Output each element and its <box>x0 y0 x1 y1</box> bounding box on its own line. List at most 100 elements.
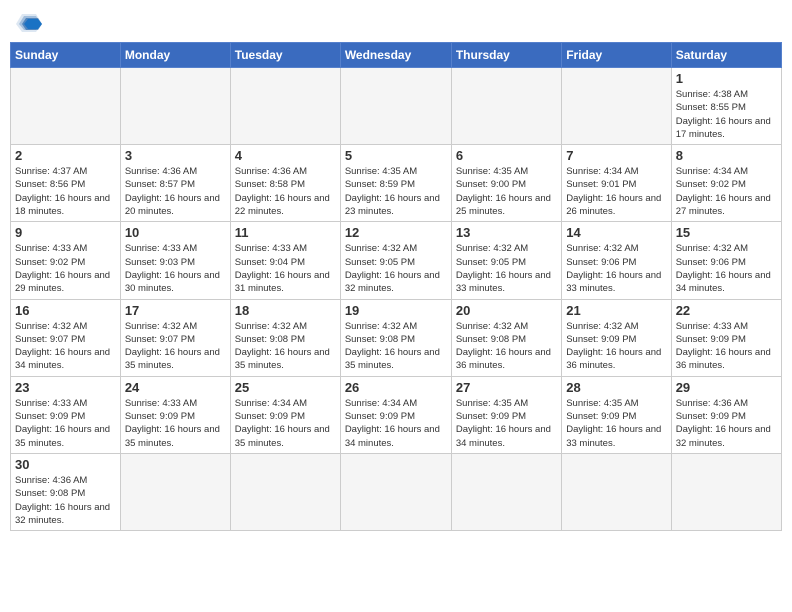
weekday-header-tuesday: Tuesday <box>230 43 340 68</box>
calendar-cell: 9Sunrise: 4:33 AM Sunset: 9:02 PM Daylig… <box>11 222 121 299</box>
weekday-header-friday: Friday <box>562 43 671 68</box>
calendar-week-5: 23 Sunrise: 4:33 AM Sunset: 9:09 PM Dayli… <box>11 376 782 453</box>
calendar-cell: 25 Sunrise: 4:34 AM Sunset: 9:09 PM Dayli… <box>230 376 340 453</box>
calendar-cell <box>671 453 781 530</box>
weekday-header-row: SundayMondayTuesdayWednesdayThursdayFrid… <box>11 43 782 68</box>
day-info: Sunrise: 4:36 AM Sunset: 8:58 PM Dayligh… <box>235 165 336 218</box>
calendar-table: SundayMondayTuesdayWednesdayThursdayFrid… <box>10 42 782 531</box>
calendar-cell: 27Sunrise: 4:35 AM Sunset: 9:09 PM Dayli… <box>451 376 561 453</box>
day-number: 20 <box>456 303 557 318</box>
day-number: 28 <box>566 380 666 395</box>
day-info: Sunrise: 4:33 AM Sunset: 9:03 PM Dayligh… <box>125 242 226 295</box>
calendar-cell <box>451 453 561 530</box>
calendar-cell <box>562 453 671 530</box>
day-info: Sunrise: 4:36 AM Sunset: 8:57 PM Dayligh… <box>125 165 226 218</box>
day-info: Sunrise: 4:36 AM Sunset: 9:09 PM Dayligh… <box>676 397 777 450</box>
weekday-header-thursday: Thursday <box>451 43 561 68</box>
day-info: Sunrise: 4:33 AM Sunset: 9:09 PM Dayligh… <box>676 320 777 373</box>
day-number: 23 <box>15 380 116 395</box>
day-info: Sunrise: 4:32 AM Sunset: 9:05 PM Dayligh… <box>345 242 447 295</box>
calendar-week-2: 2Sunrise: 4:37 AM Sunset: 8:56 PM Daylig… <box>11 145 782 222</box>
calendar-cell: 24 Sunrise: 4:33 AM Sunset: 9:09 PM Dayli… <box>120 376 230 453</box>
calendar-cell: 23 Sunrise: 4:33 AM Sunset: 9:09 PM Dayli… <box>11 376 121 453</box>
calendar-cell <box>120 453 230 530</box>
calendar-cell <box>340 68 451 145</box>
day-info: Sunrise: 4:33 AM Sunset: 9:09 PM Dayligh… <box>125 397 226 450</box>
calendar-cell: 10 Sunrise: 4:33 AM Sunset: 9:03 PM Dayli… <box>120 222 230 299</box>
day-number: 22 <box>676 303 777 318</box>
calendar-cell: 11Sunrise: 4:33 AM Sunset: 9:04 PM Dayli… <box>230 222 340 299</box>
day-info: Sunrise: 4:34 AM Sunset: 9:09 PM Dayligh… <box>345 397 447 450</box>
calendar-week-3: 9Sunrise: 4:33 AM Sunset: 9:02 PM Daylig… <box>11 222 782 299</box>
day-number: 5 <box>345 148 447 163</box>
calendar-cell: 22 Sunrise: 4:33 AM Sunset: 9:09 PM Dayli… <box>671 299 781 376</box>
calendar-cell: 1Sunrise: 4:38 AM Sunset: 8:55 PM Daylig… <box>671 68 781 145</box>
day-number: 7 <box>566 148 666 163</box>
day-info: Sunrise: 4:32 AM Sunset: 9:06 PM Dayligh… <box>566 242 666 295</box>
calendar-cell: 16 Sunrise: 4:32 AM Sunset: 9:07 PM Dayli… <box>11 299 121 376</box>
weekday-header-sunday: Sunday <box>11 43 121 68</box>
calendar-cell: 2Sunrise: 4:37 AM Sunset: 8:56 PM Daylig… <box>11 145 121 222</box>
day-info: Sunrise: 4:36 AM Sunset: 9:08 PM Dayligh… <box>15 474 116 527</box>
calendar-cell: 13Sunrise: 4:32 AM Sunset: 9:05 PM Dayli… <box>451 222 561 299</box>
day-info: Sunrise: 4:33 AM Sunset: 9:04 PM Dayligh… <box>235 242 336 295</box>
day-info: Sunrise: 4:32 AM Sunset: 9:05 PM Dayligh… <box>456 242 557 295</box>
calendar-cell <box>562 68 671 145</box>
calendar-cell: 29 Sunrise: 4:36 AM Sunset: 9:09 PM Dayli… <box>671 376 781 453</box>
calendar-cell: 5Sunrise: 4:35 AM Sunset: 8:59 PM Daylig… <box>340 145 451 222</box>
weekday-header-monday: Monday <box>120 43 230 68</box>
day-number: 10 <box>125 225 226 240</box>
calendar-cell: 30 Sunrise: 4:36 AM Sunset: 9:08 PM Dayli… <box>11 453 121 530</box>
calendar-cell: 14 Sunrise: 4:32 AM Sunset: 9:06 PM Dayli… <box>562 222 671 299</box>
day-info: Sunrise: 4:32 AM Sunset: 9:08 PM Dayligh… <box>345 320 447 373</box>
day-info: Sunrise: 4:34 AM Sunset: 9:02 PM Dayligh… <box>676 165 777 218</box>
calendar-cell <box>340 453 451 530</box>
calendar-cell <box>230 453 340 530</box>
day-info: Sunrise: 4:35 AM Sunset: 9:09 PM Dayligh… <box>566 397 666 450</box>
day-number: 8 <box>676 148 777 163</box>
day-info: Sunrise: 4:35 AM Sunset: 9:00 PM Dayligh… <box>456 165 557 218</box>
calendar-week-6: 30 Sunrise: 4:36 AM Sunset: 9:08 PM Dayli… <box>11 453 782 530</box>
calendar-cell: 4Sunrise: 4:36 AM Sunset: 8:58 PM Daylig… <box>230 145 340 222</box>
calendar-cell: 12Sunrise: 4:32 AM Sunset: 9:05 PM Dayli… <box>340 222 451 299</box>
day-number: 15 <box>676 225 777 240</box>
day-info: Sunrise: 4:32 AM Sunset: 9:08 PM Dayligh… <box>456 320 557 373</box>
calendar-cell: 19 Sunrise: 4:32 AM Sunset: 9:08 PM Dayli… <box>340 299 451 376</box>
day-info: Sunrise: 4:34 AM Sunset: 9:09 PM Dayligh… <box>235 397 336 450</box>
calendar-cell: 18Sunrise: 4:32 AM Sunset: 9:08 PM Dayli… <box>230 299 340 376</box>
day-info: Sunrise: 4:33 AM Sunset: 9:09 PM Dayligh… <box>15 397 116 450</box>
day-number: 14 <box>566 225 666 240</box>
day-info: Sunrise: 4:33 AM Sunset: 9:02 PM Dayligh… <box>15 242 116 295</box>
day-info: Sunrise: 4:32 AM Sunset: 9:06 PM Dayligh… <box>676 242 777 295</box>
calendar-cell: 26Sunrise: 4:34 AM Sunset: 9:09 PM Dayli… <box>340 376 451 453</box>
logo-icon <box>14 10 44 34</box>
day-number: 21 <box>566 303 666 318</box>
calendar-cell <box>11 68 121 145</box>
page-header <box>10 10 782 34</box>
weekday-header-saturday: Saturday <box>671 43 781 68</box>
calendar-cell: 28 Sunrise: 4:35 AM Sunset: 9:09 PM Dayli… <box>562 376 671 453</box>
day-number: 25 <box>235 380 336 395</box>
calendar-cell <box>451 68 561 145</box>
calendar-week-4: 16 Sunrise: 4:32 AM Sunset: 9:07 PM Dayli… <box>11 299 782 376</box>
day-info: Sunrise: 4:34 AM Sunset: 9:01 PM Dayligh… <box>566 165 666 218</box>
calendar-cell: 17Sunrise: 4:32 AM Sunset: 9:07 PM Dayli… <box>120 299 230 376</box>
calendar-cell: 3Sunrise: 4:36 AM Sunset: 8:57 PM Daylig… <box>120 145 230 222</box>
calendar-cell <box>120 68 230 145</box>
day-number: 6 <box>456 148 557 163</box>
day-number: 29 <box>676 380 777 395</box>
day-info: Sunrise: 4:32 AM Sunset: 9:08 PM Dayligh… <box>235 320 336 373</box>
calendar-cell: 21 Sunrise: 4:32 AM Sunset: 9:09 PM Dayli… <box>562 299 671 376</box>
day-number: 30 <box>15 457 116 472</box>
day-number: 24 <box>125 380 226 395</box>
day-number: 16 <box>15 303 116 318</box>
day-info: Sunrise: 4:32 AM Sunset: 9:09 PM Dayligh… <box>566 320 666 373</box>
calendar-cell: 15 Sunrise: 4:32 AM Sunset: 9:06 PM Dayli… <box>671 222 781 299</box>
day-number: 17 <box>125 303 226 318</box>
calendar-cell <box>230 68 340 145</box>
weekday-header-wednesday: Wednesday <box>340 43 451 68</box>
day-number: 1 <box>676 71 777 86</box>
day-info: Sunrise: 4:32 AM Sunset: 9:07 PM Dayligh… <box>15 320 116 373</box>
day-number: 19 <box>345 303 447 318</box>
calendar-cell: 20 Sunrise: 4:32 AM Sunset: 9:08 PM Dayli… <box>451 299 561 376</box>
